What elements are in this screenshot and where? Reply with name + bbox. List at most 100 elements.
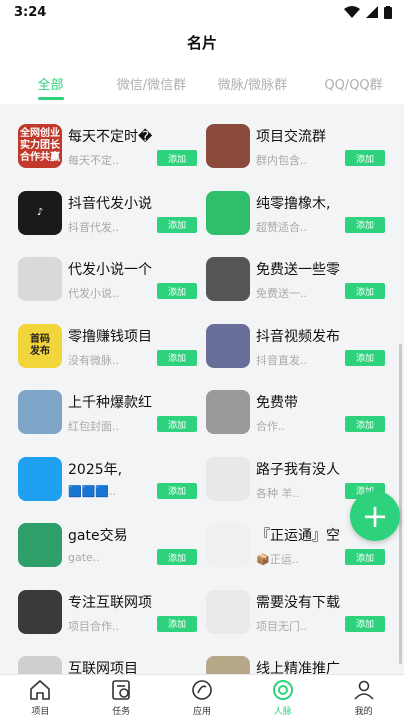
status-bar: 3:24 (0, 0, 404, 24)
nav-label: 任务 (112, 707, 131, 717)
card-title: gate交易 (68, 528, 128, 544)
add-button[interactable]: 添加 (345, 216, 385, 233)
apps-icon (192, 680, 212, 700)
card-title: 互联网项目 (68, 661, 138, 674)
card-subtitle: 抖音代发.. (68, 220, 119, 234)
card-title: 代发小说一个 (68, 262, 152, 278)
card-subtitle: 🟦🟦🟦.. (68, 484, 117, 498)
signal-icon (366, 6, 378, 18)
add-button[interactable]: 添加 (345, 615, 385, 632)
card-title: 抖音视频发布 (256, 328, 340, 345)
tab-2[interactable]: 微脉/微脉群 (202, 66, 303, 102)
contact-card[interactable]: 抖音视频发布 抖音直发.. 添加 (206, 316, 394, 383)
avatar (206, 390, 250, 434)
card-subtitle: 各种 羊.. (256, 486, 300, 500)
contact-card[interactable]: gate交易 gate.. 添加 (18, 515, 206, 582)
add-fab-button[interactable]: + (350, 491, 400, 541)
card-title: 抖音代发小说 (68, 195, 152, 212)
avatar (18, 390, 62, 434)
contact-card[interactable]: 互联网项目 (18, 648, 206, 674)
add-button[interactable]: 添加 (157, 549, 197, 565)
add-button[interactable]: 添加 (345, 349, 385, 366)
add-button[interactable]: 添加 (157, 482, 197, 499)
add-button[interactable]: 添加 (157, 283, 197, 299)
card-subtitle: 群内包含.. (256, 154, 307, 167)
add-button[interactable]: 添加 (157, 615, 197, 632)
card-title: 上千种爆款红 (68, 395, 152, 411)
status-time: 3:24 (14, 4, 47, 20)
contacts-icon (272, 680, 293, 700)
contact-card[interactable]: 2025年, 🟦🟦🟦.. 添加 (18, 449, 206, 516)
nav-label: 项目 (31, 707, 50, 717)
card-title: 每天不定时� (68, 129, 153, 145)
avatar (206, 323, 250, 368)
wifi-icon (344, 6, 360, 18)
card-subtitle: 红包封面.. (68, 420, 119, 433)
nav-item-2[interactable]: 应用 (162, 675, 243, 718)
task-icon (112, 680, 130, 700)
card-list[interactable]: 全网创业 实力团长 合作共赢 每天不定时� 每天不定.. 添加 项目交流群群内包含.. 添… (0, 104, 404, 674)
contact-card[interactable]: 免费送一些零 免费送一.. 添加 (206, 249, 394, 316)
contact-card[interactable]: 项目交流群群内包含.. 添加 (206, 116, 394, 183)
tab-bar: 全部 微信/微信群 微脉/微脉群 QQ/QQ群 (0, 66, 404, 102)
contact-card[interactable]: 纯零撸橡木, 超赞适合.. 添加 (206, 183, 394, 250)
card-subtitle: 📦正运.. (256, 553, 299, 566)
contact-card[interactable]: 专注互联网项 项目合作.. 添加 (18, 582, 206, 649)
avatar (206, 523, 250, 567)
card-title: 线上精准推广 (256, 661, 340, 674)
card-subtitle: 代发小说.. (68, 287, 119, 300)
add-button[interactable]: 添加 (157, 150, 197, 166)
contact-card[interactable]: 首码 发布 零撸赚钱项目 没有微脉.. 添加 (18, 316, 206, 383)
avatar (206, 589, 250, 634)
card-subtitle: 没有微脉.. (68, 353, 119, 367)
contact-card[interactable]: 免费带 合作.. 添加 (206, 382, 394, 449)
scrollbar[interactable] (399, 344, 402, 664)
add-button[interactable]: 添加 (345, 549, 385, 565)
avatar (206, 257, 250, 301)
card-title: 纯零撸橡木, (256, 195, 331, 212)
avatar (206, 656, 250, 674)
add-button[interactable]: 添加 (157, 349, 197, 366)
card-subtitle: 免费送一.. (256, 287, 307, 300)
contact-card[interactable]: 线上精准推广 (206, 648, 394, 674)
avatar (18, 257, 62, 301)
card-title: 项目交流群 (256, 129, 326, 145)
nav-item-0[interactable]: 项目 (0, 675, 81, 718)
nav-label: 我的 (354, 707, 373, 717)
tab-3[interactable]: QQ/QQ群 (303, 66, 404, 102)
tab-0[interactable]: 全部 (0, 66, 101, 102)
bottom-nav: 项目 任务 应用 人脉 我的 (0, 674, 404, 718)
card-subtitle: 超赞适合.. (256, 220, 307, 234)
contact-card[interactable]: 上千种爆款红 红包封面.. 添加 (18, 382, 206, 449)
add-button[interactable]: 添加 (157, 416, 197, 432)
card-title: 专注互联网项 (68, 594, 152, 611)
tab-1[interactable]: 微信/微信群 (101, 66, 202, 102)
avatar: ♪ (18, 190, 62, 235)
contact-card[interactable]: 全网创业 实力团长 合作共赢 每天不定时� 每天不定.. 添加 (18, 116, 206, 183)
add-button[interactable]: 添加 (345, 150, 385, 166)
avatar: 全网创业 实力团长 合作共赢 (18, 124, 62, 168)
avatar (206, 456, 250, 501)
card-subtitle: gate.. (68, 551, 100, 564)
card-title: 零撸赚钱项目 (68, 328, 152, 345)
avatar: 首码 发布 (18, 323, 62, 368)
add-button[interactable]: 添加 (345, 283, 385, 299)
add-button[interactable]: 添加 (345, 416, 385, 432)
card-subtitle: 合作.. (256, 420, 285, 433)
add-button[interactable]: 添加 (157, 216, 197, 233)
nav-item-4[interactable]: 我的 (323, 675, 404, 718)
nav-item-1[interactable]: 任务 (81, 675, 162, 718)
page-title: 名片 (186, 33, 217, 52)
card-subtitle: 每天不定.. (68, 154, 119, 167)
status-icons (344, 5, 392, 19)
nav-label: 应用 (192, 707, 211, 717)
contact-card[interactable]: 需要没有下载 项目无门.. 添加 (206, 582, 394, 649)
contact-card[interactable]: 代发小说一个 代发小说.. 添加 (18, 249, 206, 316)
avatar (206, 190, 250, 235)
card-subtitle: 项目无门.. (256, 619, 307, 633)
contact-card[interactable]: ♪ 抖音代发小说 抖音代发.. 添加 (18, 183, 206, 250)
nav-label: 人脉 (273, 707, 292, 717)
profile-icon (353, 680, 374, 700)
nav-item-3[interactable]: 人脉 (242, 675, 323, 718)
card-title: 免费送一些零 (256, 262, 340, 278)
